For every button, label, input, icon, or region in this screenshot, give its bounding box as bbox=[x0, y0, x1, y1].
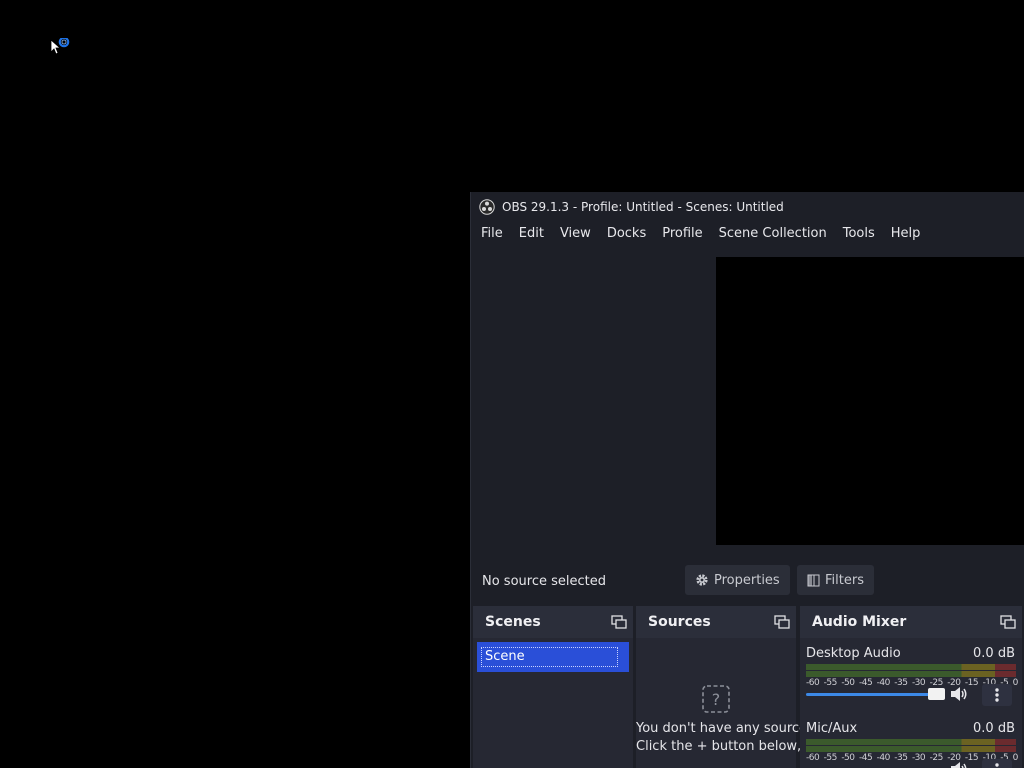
volume-meter bbox=[806, 739, 1016, 745]
scenes-dock: Scenes Scene bbox=[473, 606, 633, 768]
obs-window: OBS 29.1.3 - Profile: Untitled - Scenes:… bbox=[470, 192, 1024, 768]
menu-bar: File Edit View Docks Profile Scene Colle… bbox=[471, 222, 1024, 246]
mixer-channel-mic-aux: Mic/Aux 0.0 dB -60 -55 -50 -45 -40 -35 -… bbox=[800, 713, 1022, 768]
meter-tick: -50 bbox=[841, 678, 855, 688]
volume-meter bbox=[806, 671, 1016, 677]
more-vertical-icon bbox=[995, 688, 999, 702]
meter-tick: -60 bbox=[806, 678, 820, 688]
volume-meter bbox=[806, 746, 1016, 752]
sources-title: Sources bbox=[648, 614, 711, 630]
menu-view[interactable]: View bbox=[552, 222, 599, 246]
meter-tick: -30 bbox=[911, 678, 926, 688]
menu-edit[interactable]: Edit bbox=[511, 222, 552, 246]
mixer-channel-desktop-audio: Desktop Audio 0.0 dB -60 -55 -50 -45 -40… bbox=[800, 638, 1022, 713]
meter-tick: -60 bbox=[806, 753, 820, 763]
volume-meter bbox=[806, 664, 1016, 670]
meter-tick: -55 bbox=[823, 678, 838, 688]
scenes-title: Scenes bbox=[485, 614, 541, 630]
meter-tick: -50 bbox=[841, 753, 855, 763]
volume-icon[interactable] bbox=[950, 761, 968, 768]
menu-file[interactable]: File bbox=[473, 222, 511, 246]
volume-slider[interactable] bbox=[806, 693, 940, 696]
preview-canvas[interactable] bbox=[716, 257, 1024, 545]
meter-tick: -35 bbox=[894, 678, 908, 688]
filter-icon bbox=[807, 574, 820, 586]
menu-help[interactable]: Help bbox=[883, 222, 929, 246]
svg-text:?: ? bbox=[712, 690, 721, 709]
audio-mixer-header[interactable]: Audio Mixer bbox=[800, 606, 1022, 638]
menu-docks[interactable]: Docks bbox=[599, 222, 654, 246]
channel-name: Desktop Audio bbox=[806, 646, 901, 661]
meter-tick: 0 bbox=[1012, 678, 1019, 688]
filters-button[interactable]: Filters bbox=[797, 565, 874, 595]
menu-tools[interactable]: Tools bbox=[835, 222, 883, 246]
sources-empty-state: ? You don't have any sources. Click the … bbox=[636, 684, 818, 756]
context-bar: No source selected Properties Filters bbox=[475, 560, 1024, 602]
volume-slider-handle[interactable] bbox=[928, 688, 945, 700]
meter-tick: -25 bbox=[929, 678, 944, 688]
menu-profile[interactable]: Profile bbox=[654, 222, 710, 246]
properties-button[interactable]: Properties bbox=[685, 565, 790, 595]
menu-scene-collection[interactable]: Scene Collection bbox=[711, 222, 835, 246]
meter-tick: -55 bbox=[823, 753, 838, 763]
audio-mixer-dock: Audio Mixer Desktop Audio 0.0 dB -60 -55… bbox=[800, 606, 1022, 768]
busy-cursor-icon bbox=[50, 38, 70, 55]
meter-tick: -35 bbox=[894, 753, 908, 763]
sources-empty-line1: You don't have any sources. bbox=[636, 721, 818, 736]
channel-db: 0.0 dB bbox=[973, 721, 1015, 736]
undock-icon[interactable] bbox=[774, 615, 790, 629]
sources-empty-line2: Click the + button below, bbox=[636, 739, 802, 754]
channel-name: Mic/Aux bbox=[806, 721, 858, 736]
meter-tick: -40 bbox=[876, 753, 891, 763]
meter-tick: -30 bbox=[911, 753, 926, 763]
volume-icon[interactable] bbox=[950, 686, 968, 702]
obs-logo-icon bbox=[479, 199, 495, 215]
sources-dock: Sources ? You don't have any sources. Cl… bbox=[636, 606, 818, 768]
more-vertical-icon bbox=[995, 763, 999, 767]
channel-db: 0.0 dB bbox=[973, 646, 1015, 661]
properties-label: Properties bbox=[714, 572, 780, 588]
filters-label: Filters bbox=[825, 572, 864, 588]
sources-dock-header[interactable]: Sources bbox=[636, 606, 796, 638]
meter-tick: -45 bbox=[858, 753, 873, 763]
meter-tick: -45 bbox=[858, 678, 873, 688]
title-bar[interactable]: OBS 29.1.3 - Profile: Untitled - Scenes:… bbox=[471, 192, 1024, 222]
window-title: OBS 29.1.3 - Profile: Untitled - Scenes:… bbox=[502, 200, 784, 214]
undock-icon[interactable] bbox=[611, 615, 627, 629]
scene-name: Scene bbox=[481, 647, 618, 667]
scene-list-item[interactable]: Scene bbox=[477, 642, 629, 672]
meter-tick: -40 bbox=[876, 678, 891, 688]
question-icon: ? bbox=[702, 685, 730, 713]
audio-mixer-title: Audio Mixer bbox=[812, 614, 907, 630]
channel-menu-button[interactable] bbox=[982, 684, 1012, 706]
source-status: No source selected bbox=[482, 573, 606, 589]
channel-menu-button[interactable] bbox=[982, 759, 1012, 768]
undock-icon[interactable] bbox=[1000, 615, 1016, 629]
meter-tick: -25 bbox=[929, 753, 944, 763]
meter-tick: 0 bbox=[1012, 753, 1019, 763]
scenes-dock-header[interactable]: Scenes bbox=[473, 606, 633, 638]
gear-icon bbox=[696, 574, 708, 586]
